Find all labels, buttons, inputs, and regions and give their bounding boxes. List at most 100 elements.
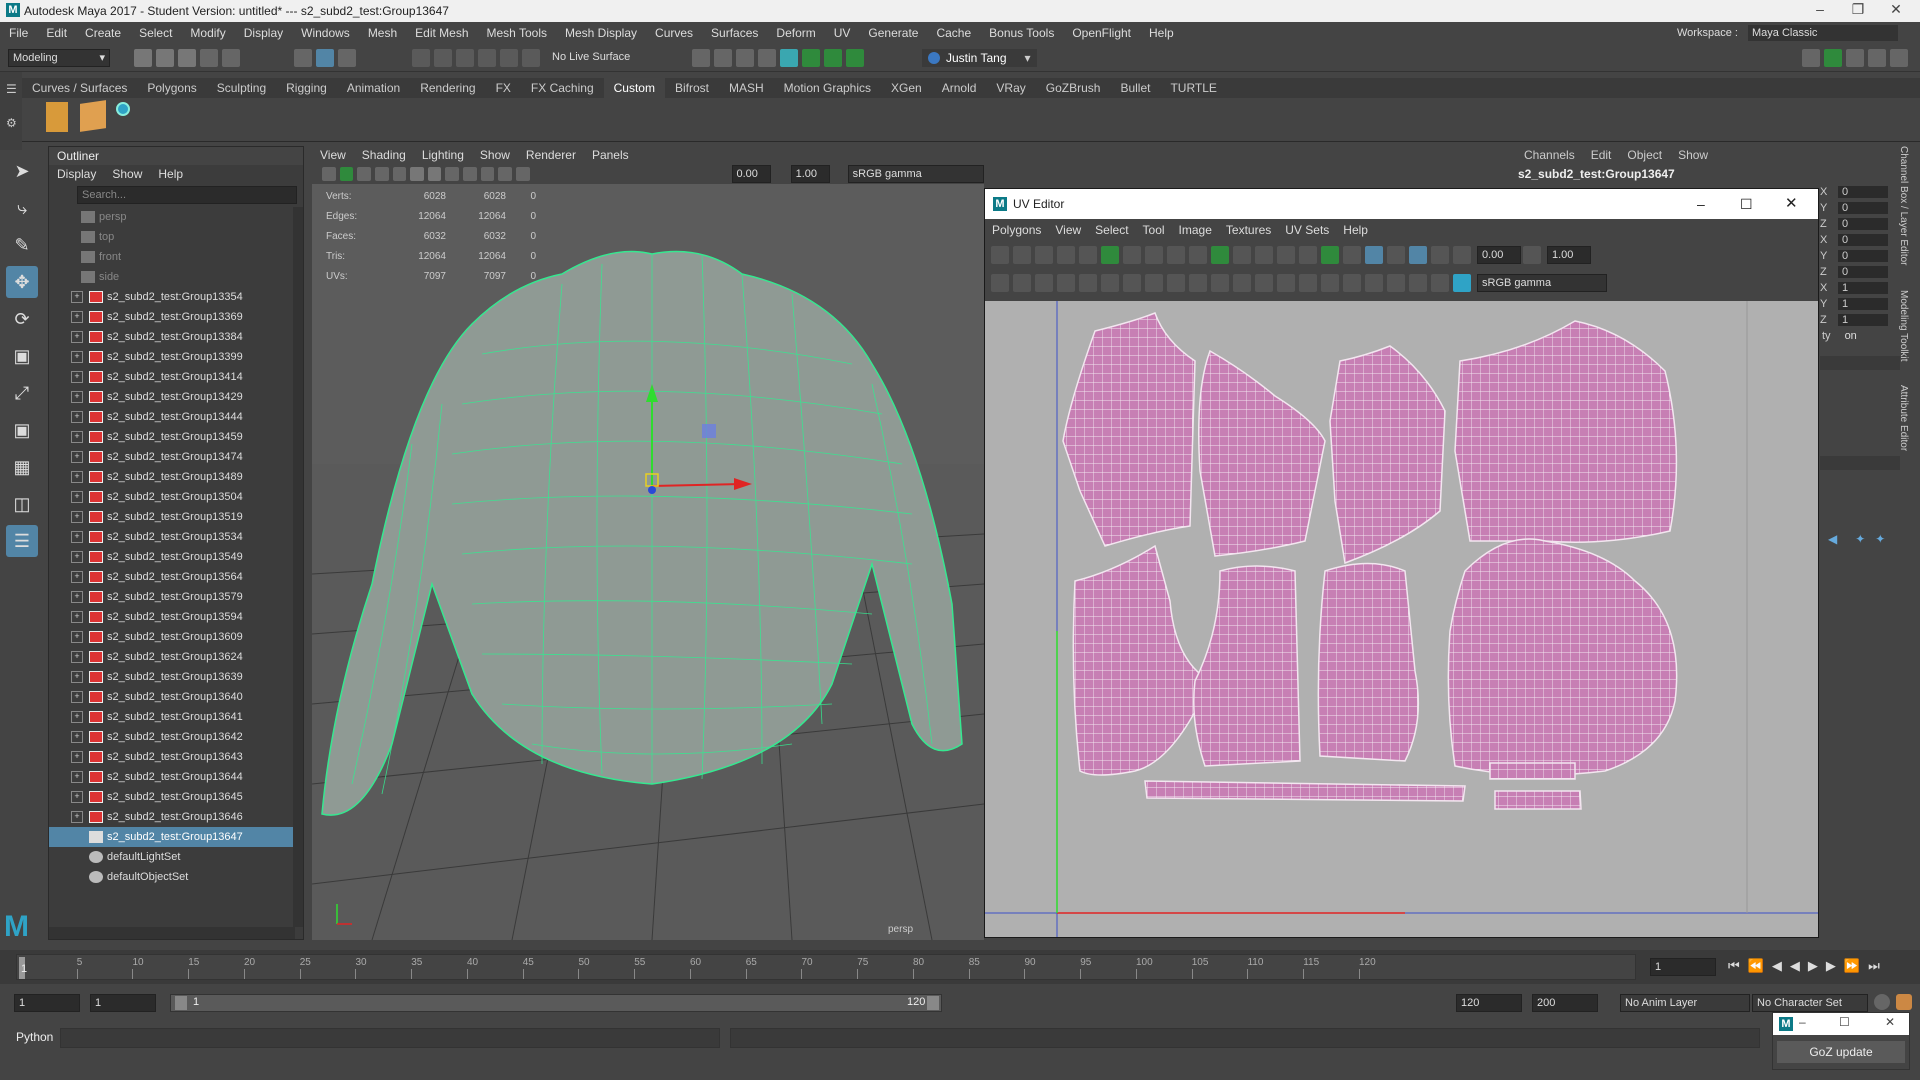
- outliner-group-item[interactable]: + s2_subd2_test:Group13645: [49, 787, 303, 807]
- expand-icon[interactable]: +: [71, 371, 83, 383]
- exposure-field[interactable]: 0.00: [731, 165, 771, 183]
- viewport-menu-lighting[interactable]: Lighting: [414, 146, 472, 164]
- viewport-scene[interactable]: [312, 184, 984, 940]
- expand-icon[interactable]: +: [71, 731, 83, 743]
- plane-handle[interactable]: [702, 424, 716, 438]
- anim-layer-select[interactable]: No Anim Layer: [1620, 994, 1750, 1012]
- outliner-selected-item[interactable]: s2_subd2_test:Group13647: [49, 827, 303, 847]
- layout-four-icon[interactable]: ▦: [6, 451, 38, 483]
- outliner-group-item[interactable]: + s2_subd2_test:Group13369: [49, 307, 303, 327]
- visibility-value[interactable]: on: [1845, 330, 1857, 342]
- bookmark-icon[interactable]: [357, 167, 371, 181]
- expand-icon[interactable]: +: [71, 391, 83, 403]
- outliner-set-item[interactable]: defaultLightSet: [49, 847, 303, 867]
- outliner-group-item[interactable]: + s2_subd2_test:Group13579: [49, 587, 303, 607]
- snap-surface-icon[interactable]: [500, 49, 518, 67]
- minimize-icon[interactable]: –: [1697, 189, 1705, 219]
- viewport-menu-renderer[interactable]: Renderer: [518, 146, 584, 164]
- uv-menu-polygons[interactable]: Polygons: [985, 219, 1048, 241]
- uv-gamma-field[interactable]: 1.00: [1547, 246, 1591, 264]
- z-handle-icon[interactable]: [648, 486, 656, 494]
- smooth-shade-icon[interactable]: [410, 167, 424, 181]
- uv-isolate-icon[interactable]: [1343, 246, 1361, 264]
- camera-attr-icon[interactable]: [339, 167, 354, 181]
- uv-distribute-icon[interactable]: [1277, 246, 1295, 264]
- cube-icon[interactable]: [80, 100, 106, 132]
- shelf-tab-sculpting[interactable]: Sculpting: [207, 78, 276, 98]
- layer-add-icon[interactable]: ✦: [1855, 532, 1865, 546]
- expand-icon[interactable]: +: [71, 531, 83, 543]
- outliner-scrollbar[interactable]: [293, 207, 303, 927]
- channel-value-field[interactable]: 1: [1838, 314, 1888, 326]
- tool-settings-icon[interactable]: [1868, 49, 1886, 67]
- save-scene-icon[interactable]: [178, 49, 196, 67]
- shelf-tab-rendering[interactable]: Rendering: [410, 78, 485, 98]
- outliner-camera-item[interactable]: front: [49, 247, 303, 267]
- uv-shell-sleeve-left[interactable]: [1198, 349, 1326, 557]
- shelf-tab-mash[interactable]: MASH: [719, 78, 774, 98]
- expand-icon[interactable]: +: [71, 571, 83, 583]
- uv-exposure-icon[interactable]: [1453, 246, 1471, 264]
- channel-value-field[interactable]: 1: [1838, 282, 1888, 294]
- menu-openflight[interactable]: OpenFlight: [1063, 22, 1140, 44]
- outliner-camera-item[interactable]: side: [49, 267, 303, 287]
- side-tab[interactable]: Channel Box / Layer Editor: [1898, 146, 1909, 266]
- uv-shell-front-lower-left[interactable]: [1072, 544, 1211, 776]
- expand-icon[interactable]: +: [71, 591, 83, 603]
- uv-tool-h-icon[interactable]: [1145, 274, 1163, 292]
- viewport-menu-view[interactable]: View: [312, 146, 354, 164]
- maximize-icon[interactable]: ☐: [1839, 1015, 1850, 1029]
- isolate-icon[interactable]: [498, 167, 512, 181]
- component-mode-icon[interactable]: [338, 49, 356, 67]
- uv-rotate-icon[interactable]: [1167, 246, 1185, 264]
- uv-menu-help[interactable]: Help: [1336, 219, 1375, 241]
- uv-tool-a-icon[interactable]: [991, 274, 1009, 292]
- attribute-icon[interactable]: [1846, 49, 1864, 67]
- menu-generate[interactable]: Generate: [859, 22, 927, 44]
- uv-tool-i-icon[interactable]: [1167, 274, 1185, 292]
- uv-shaded-icon[interactable]: [1365, 246, 1383, 264]
- outliner-group-item[interactable]: + s2_subd2_test:Group13444: [49, 407, 303, 427]
- user-account-button[interactable]: Justin Tang ▾: [922, 49, 1037, 67]
- gamma-field[interactable]: 1.00: [790, 165, 830, 183]
- menu-surfaces[interactable]: Surfaces: [702, 22, 767, 44]
- uv-menu-select[interactable]: Select: [1088, 219, 1135, 241]
- shelf-tab-vray[interactable]: VRay: [986, 78, 1035, 98]
- uv-editor-toggle-icon[interactable]: [802, 49, 820, 67]
- uv-flip-u-icon[interactable]: [1123, 246, 1141, 264]
- lights-icon[interactable]: [445, 167, 459, 181]
- minimize-icon[interactable]: –: [1800, 1, 1840, 17]
- uv-colorspace-icon[interactable]: [1453, 274, 1471, 292]
- step-back-icon[interactable]: ⏪: [1748, 958, 1764, 974]
- channel-value-field[interactable]: 0: [1838, 234, 1888, 246]
- uv-tool-t-icon[interactable]: [1409, 274, 1427, 292]
- range-start-handle[interactable]: [175, 996, 187, 1010]
- outliner-group-item[interactable]: + s2_subd2_test:Group13609: [49, 627, 303, 647]
- render-frame-icon[interactable]: [714, 49, 732, 67]
- ipr-render-icon[interactable]: [736, 49, 754, 67]
- uv-menu-uv-sets[interactable]: UV Sets: [1278, 219, 1336, 241]
- wireframe-icon[interactable]: [392, 167, 407, 181]
- uv-layout[interactable]: [985, 301, 1818, 937]
- layer-new-icon[interactable]: ✦: [1875, 532, 1885, 546]
- workspace-select[interactable]: Maya Classic: [1748, 25, 1898, 41]
- menu-deform[interactable]: Deform: [767, 22, 824, 44]
- outliner-group-item[interactable]: + s2_subd2_test:Group13564: [49, 567, 303, 587]
- side-tab[interactable]: Attribute Editor: [1898, 385, 1909, 451]
- uv-shell-collar-strip[interactable]: [1144, 780, 1466, 802]
- outliner-camera-item[interactable]: top: [49, 227, 303, 247]
- current-frame-field[interactable]: 1: [1650, 958, 1716, 976]
- auto-key-icon[interactable]: [1874, 994, 1890, 1010]
- menu-edit-mesh[interactable]: Edit Mesh: [406, 22, 477, 44]
- uv-tool-k-icon[interactable]: [1211, 274, 1229, 292]
- shelf-tab-bifrost[interactable]: Bifrost: [665, 78, 719, 98]
- shelf-tab-animation[interactable]: Animation: [337, 78, 410, 98]
- outliner-group-item[interactable]: + s2_subd2_test:Group13459: [49, 427, 303, 447]
- uv-menu-textures[interactable]: Textures: [1219, 219, 1278, 241]
- step-key-forward-icon[interactable]: ▶: [1826, 958, 1836, 974]
- start-frame-field[interactable]: 1: [14, 994, 80, 1012]
- shelf-tab-custom[interactable]: Custom: [603, 78, 665, 98]
- menu-uv[interactable]: UV: [825, 22, 860, 44]
- uv-straighten-icon[interactable]: [1189, 246, 1207, 264]
- outliner-group-item[interactable]: + s2_subd2_test:Group13534: [49, 527, 303, 547]
